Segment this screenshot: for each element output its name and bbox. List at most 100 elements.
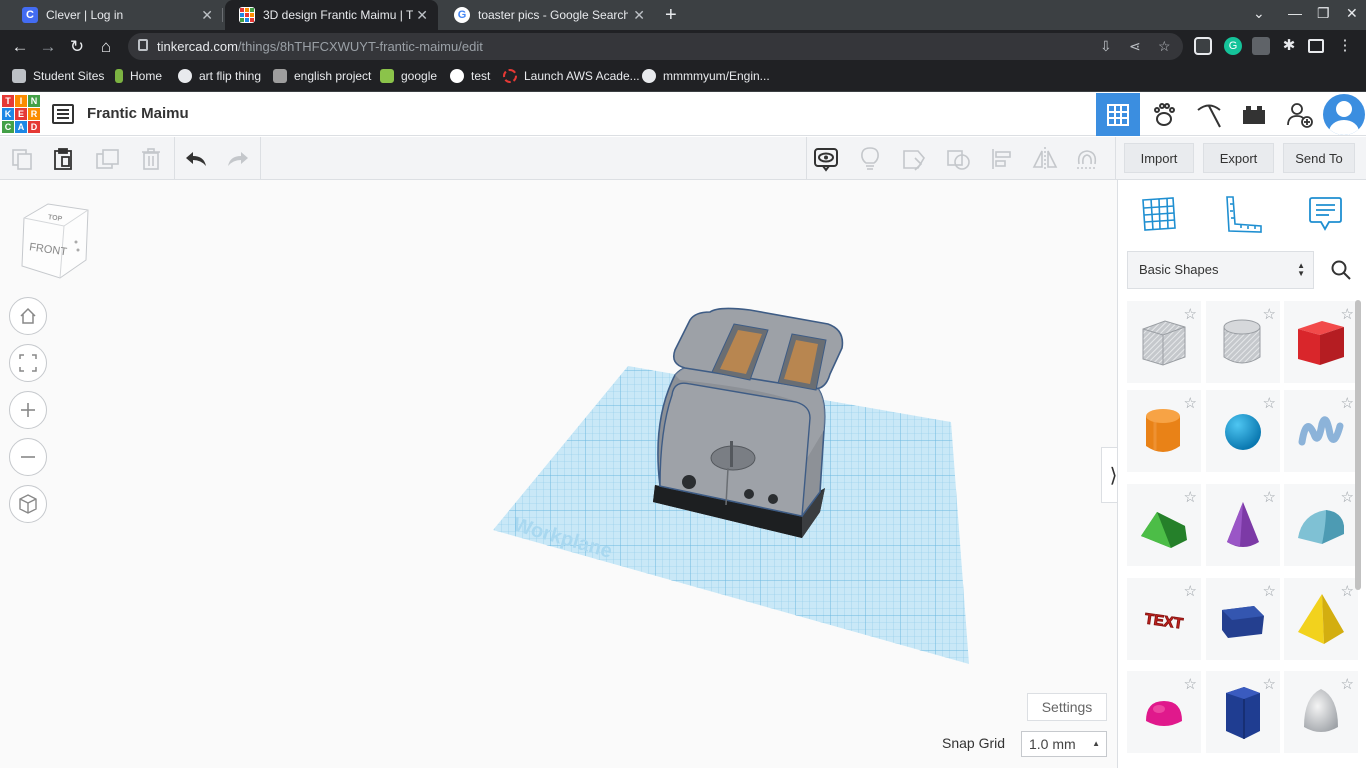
- shape-paraboloid[interactable]: ☆: [1284, 671, 1358, 753]
- shape-cylinder[interactable]: ☆: [1127, 390, 1201, 472]
- align-button[interactable]: [988, 145, 1016, 173]
- home-view-button[interactable]: [9, 297, 47, 335]
- toaster-model[interactable]: [653, 307, 844, 538]
- group-button[interactable]: [900, 145, 928, 173]
- logo-letter: I: [15, 95, 27, 107]
- paste-button[interactable]: [49, 145, 77, 173]
- reload-icon[interactable]: ↻: [66, 36, 88, 58]
- browser-toolbar: ← → ↻ ⌂ tinkercad.com/things/8hTHFCXWUYT…: [0, 30, 1366, 63]
- shape-box[interactable]: ☆: [1284, 301, 1358, 383]
- bookmark-art-flip-thing[interactable]: art flip thing: [178, 69, 261, 83]
- design-title[interactable]: Frantic Maimu: [87, 105, 189, 122]
- bookmark-english-project[interactable]: english project: [273, 69, 371, 83]
- minimize-icon[interactable]: —: [1288, 5, 1302, 21]
- home-bookmark-icon: [115, 69, 123, 83]
- new-tab-button[interactable]: +: [665, 4, 677, 27]
- shield-extension-icon[interactable]: [1194, 37, 1212, 55]
- search-icon: [1331, 260, 1351, 280]
- ruler-tool-button[interactable]: [1221, 192, 1265, 236]
- shape-scribble[interactable]: ☆: [1284, 390, 1358, 472]
- settings-button[interactable]: Settings: [1027, 693, 1107, 721]
- restore-icon[interactable]: ❐: [1317, 5, 1330, 22]
- redo-button[interactable]: [224, 145, 252, 173]
- workplane-tool-button[interactable]: [1137, 192, 1181, 236]
- fit-view-button[interactable]: [9, 344, 47, 382]
- 3d-design-view-button[interactable]: [1096, 93, 1140, 136]
- shape-search-button[interactable]: [1322, 251, 1360, 289]
- notes-visibility-button[interactable]: [812, 145, 840, 173]
- grammarly-icon[interactable]: G: [1224, 37, 1242, 55]
- blocks-view-button[interactable]: [1142, 93, 1186, 136]
- view-cube[interactable]: TOP FRONT: [18, 202, 90, 282]
- shape-half-sphere[interactable]: ☆: [1127, 671, 1201, 753]
- bookmark-test[interactable]: test: [450, 69, 490, 83]
- close-window-icon[interactable]: ✕: [1346, 5, 1358, 22]
- bookmark-home[interactable]: Home: [115, 69, 162, 83]
- duplicate-button[interactable]: [94, 145, 122, 173]
- shape-sphere[interactable]: ☆: [1206, 390, 1280, 472]
- shapes-panel: Basic Shapes ▲ ▼ ☆ ☆ ☆ ☆ ☆ ☆ ☆ ☆ ☆ ☆ TEX…: [1117, 180, 1366, 768]
- close-tab-icon[interactable]: ✕: [633, 7, 645, 24]
- tab-search-icon[interactable]: ⌄: [1253, 5, 1265, 22]
- shape-polygon-prism[interactable]: ☆: [1206, 671, 1280, 753]
- more-menu-icon[interactable]: ⋮: [1336, 37, 1354, 55]
- copy-button[interactable]: [8, 145, 36, 173]
- user-avatar[interactable]: [1323, 94, 1365, 135]
- panel-scrollbar[interactable]: [1355, 300, 1361, 590]
- bricks-view-button[interactable]: [1187, 93, 1231, 136]
- tab-clever[interactable]: C Clever | Log in ✕: [8, 0, 223, 30]
- zoom-out-button[interactable]: [9, 438, 47, 476]
- shape-box-hole[interactable]: ☆: [1127, 301, 1201, 383]
- bookmark-github[interactable]: mmmmyum/Engin...: [642, 69, 770, 83]
- shape-round-roof[interactable]: ☆: [1284, 484, 1358, 566]
- ungroup-button[interactable]: [944, 145, 972, 173]
- notes-tool-button[interactable]: [1303, 192, 1347, 236]
- workplane-scene[interactable]: Workplane: [480, 300, 980, 670]
- mirror-button[interactable]: [1031, 145, 1059, 173]
- extension-icon[interactable]: [1252, 37, 1270, 55]
- delete-button[interactable]: [137, 145, 165, 173]
- cruise-button[interactable]: [1073, 145, 1101, 173]
- puzzle-extensions-icon[interactable]: ✱: [1280, 37, 1298, 55]
- snap-grid-select[interactable]: 1.0 mm ▲: [1021, 731, 1107, 757]
- shape-library-select[interactable]: Basic Shapes ▲ ▼: [1127, 251, 1314, 289]
- home-icon[interactable]: ⌂: [95, 36, 117, 58]
- undo-button[interactable]: [182, 145, 210, 173]
- url-path: /things/8hTHFCXWUYT-frantic-maimu/edit: [237, 39, 483, 54]
- snap-grid-label: Snap Grid: [942, 735, 1006, 751]
- zoom-in-button[interactable]: [9, 391, 47, 429]
- shape-roof[interactable]: ☆: [1127, 484, 1201, 566]
- shape-polygon[interactable]: ☆: [1206, 578, 1280, 660]
- bookmark-label: Launch AWS Acade...: [524, 69, 640, 83]
- bookmark-star-icon[interactable]: ☆: [1158, 38, 1171, 55]
- back-icon[interactable]: ←: [9, 36, 31, 58]
- close-tab-icon[interactable]: ✕: [416, 7, 428, 24]
- lightbulb-button[interactable]: [856, 145, 884, 173]
- export-button[interactable]: Export: [1203, 143, 1274, 173]
- logo-letter: C: [2, 121, 14, 133]
- tinkercad-logo[interactable]: T I N K E R C A D: [2, 95, 40, 133]
- bookmark-google[interactable]: google: [380, 69, 437, 83]
- close-tab-icon[interactable]: ✕: [201, 7, 213, 24]
- tab-google[interactable]: G toaster pics - Google Search ✕: [440, 0, 655, 30]
- shape-pyramid[interactable]: ☆: [1284, 578, 1358, 660]
- address-bar[interactable]: tinkercad.com/things/8hTHFCXWUYT-frantic…: [128, 33, 1183, 60]
- import-button[interactable]: Import: [1124, 143, 1194, 173]
- shape-cone[interactable]: ☆: [1206, 484, 1280, 566]
- invite-collaborator-button[interactable]: [1278, 93, 1322, 136]
- shape-text[interactable]: ☆ TEXT: [1127, 578, 1201, 660]
- tab-tinkercad[interactable]: 3D design Frantic Maimu | Tinke ✕: [225, 0, 438, 30]
- design-list-icon[interactable]: [52, 104, 74, 124]
- shape-cylinder-hole[interactable]: ☆: [1206, 301, 1280, 383]
- install-app-icon[interactable]: ⇩: [1100, 38, 1112, 55]
- bookmark-aws[interactable]: Launch AWS Acade...: [503, 69, 640, 83]
- forward-icon[interactable]: →: [37, 36, 59, 58]
- 3d-workspace[interactable]: TOP FRONT Workplane ⟩ Settings Snap Grid…: [0, 180, 1125, 768]
- lego-view-button[interactable]: [1232, 93, 1276, 136]
- side-panel-icon[interactable]: [1308, 39, 1324, 53]
- bookmark-label: Student Sites: [33, 69, 105, 83]
- bookmark-student-sites[interactable]: Student Sites: [12, 69, 104, 83]
- ortho-view-button[interactable]: [9, 485, 47, 523]
- send-to-button[interactable]: Send To: [1283, 143, 1355, 173]
- share-icon[interactable]: ⋖: [1129, 38, 1141, 55]
